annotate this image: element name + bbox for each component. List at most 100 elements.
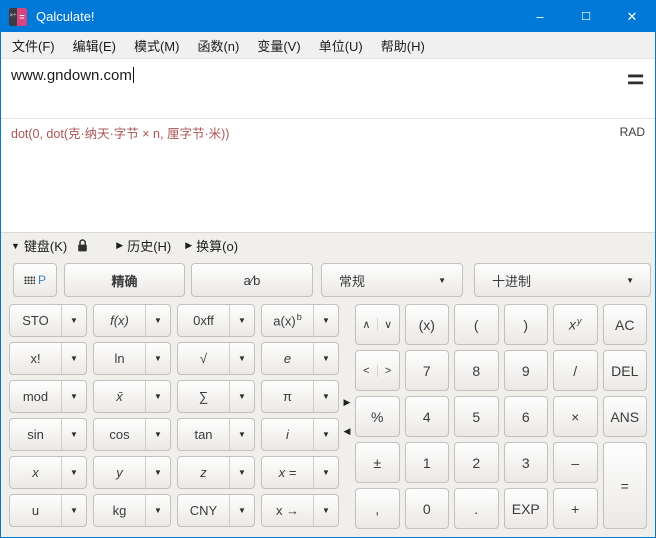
menu-edit[interactable]: 编辑(E)	[64, 32, 125, 59]
menu-file[interactable]: 文件(F)	[3, 32, 64, 59]
minimize-button[interactable]: –	[517, 1, 563, 32]
key-store-dropdown[interactable]: ▼	[61, 305, 86, 336]
key-plus[interactable]: +	[553, 488, 598, 529]
key-mean[interactable]: x̄▼	[93, 380, 171, 413]
keypad-layout-button[interactable]: P	[13, 263, 57, 297]
key-convert-to-label[interactable]: x →	[262, 495, 313, 526]
keyboard-panel-toggle[interactable]: ▼ 键盘(K)	[11, 236, 67, 255]
key-store[interactable]: STO▼	[9, 304, 87, 337]
key-unit-kg[interactable]: kg▼	[93, 494, 171, 527]
key-comma[interactable]: ,	[355, 488, 400, 529]
key-sum-dropdown[interactable]: ▼	[229, 381, 254, 412]
key-power-template-dropdown[interactable]: ▼	[313, 305, 338, 336]
exact-mode-button[interactable]: 精确	[64, 263, 185, 297]
key-var-y-dropdown[interactable]: ▼	[145, 457, 170, 488]
key-function-label[interactable]: f(x)	[94, 305, 145, 336]
key-ac[interactable]: AC	[603, 304, 648, 345]
key-ans[interactable]: ANS	[603, 396, 648, 437]
key-unit-kg-dropdown[interactable]: ▼	[145, 495, 170, 526]
key-cos-label[interactable]: cos	[94, 419, 145, 450]
key-var-y-label[interactable]: y	[94, 457, 145, 488]
key-parens-x[interactable]: (x)	[405, 304, 450, 345]
key-power[interactable]: xy	[553, 304, 598, 345]
output-format-dropdown[interactable]: 常规 ▼	[321, 263, 463, 297]
close-button[interactable]: ✕	[609, 1, 655, 32]
key-sin[interactable]: sin▼	[9, 418, 87, 451]
history-panel-toggle[interactable]: ▶ 历史(H)	[116, 236, 171, 255]
key-e-label[interactable]: e	[262, 343, 313, 374]
key-factorial[interactable]: x!▼	[9, 342, 87, 375]
collapse-left-handle[interactable]: ◀	[344, 426, 351, 437]
key-factorial-label[interactable]: x!	[10, 343, 61, 374]
key-tan-dropdown[interactable]: ▼	[229, 419, 254, 450]
key-hex-label[interactable]: 0xff	[178, 305, 229, 336]
key-imaginary[interactable]: i▼	[261, 418, 339, 451]
key-8[interactable]: 8	[454, 350, 499, 391]
key-mod[interactable]: mod▼	[9, 380, 87, 413]
key-factorial-dropdown[interactable]: ▼	[61, 343, 86, 374]
key-sum-label[interactable]: ∑	[178, 381, 229, 412]
history-area[interactable]	[1, 145, 655, 232]
key-4[interactable]: 4	[405, 396, 450, 437]
key-close-paren[interactable]: )	[504, 304, 549, 345]
key-divide[interactable]: /	[553, 350, 598, 391]
key-open-paren[interactable]: (	[454, 304, 499, 345]
key-assign-label[interactable]: x =	[262, 457, 313, 488]
key-3[interactable]: 3	[504, 442, 549, 483]
key-pi[interactable]: π▼	[261, 380, 339, 413]
key-sqrt-dropdown[interactable]: ▼	[229, 343, 254, 374]
key-ln-dropdown[interactable]: ▼	[145, 343, 170, 374]
key-function[interactable]: f(x)▼	[93, 304, 171, 337]
key-cos-dropdown[interactable]: ▼	[145, 419, 170, 450]
key-assign-dropdown[interactable]: ▼	[313, 457, 338, 488]
key-convert-to[interactable]: x →▼	[261, 494, 339, 527]
key-sin-dropdown[interactable]: ▼	[61, 419, 86, 450]
key-2[interactable]: 2	[454, 442, 499, 483]
key-right[interactable]: >	[377, 365, 399, 377]
key-cos[interactable]: cos▼	[93, 418, 171, 451]
key-var-x-dropdown[interactable]: ▼	[61, 457, 86, 488]
key-power-template-label[interactable]: a(x)b	[262, 305, 313, 336]
key-0[interactable]: 0	[405, 488, 450, 529]
key-unit-u-label[interactable]: u	[10, 495, 61, 526]
key-percent[interactable]: %	[355, 396, 400, 437]
key-down[interactable]: ∨	[377, 318, 399, 331]
key-currency-cny-label[interactable]: CNY	[178, 495, 229, 526]
menu-help[interactable]: 帮助(H)	[372, 32, 434, 59]
key-mod-label[interactable]: mod	[10, 381, 61, 412]
key-var-x[interactable]: x▼	[9, 456, 87, 489]
key-function-dropdown[interactable]: ▼	[145, 305, 170, 336]
key-var-y[interactable]: y▼	[93, 456, 171, 489]
key-var-z[interactable]: z▼	[177, 456, 255, 489]
key-var-z-dropdown[interactable]: ▼	[229, 457, 254, 488]
key-convert-to-dropdown[interactable]: ▼	[313, 495, 338, 526]
convert-panel-toggle[interactable]: ▶ 换算(o)	[185, 236, 238, 255]
key-minus[interactable]: –	[553, 442, 598, 483]
key-mean-dropdown[interactable]: ▼	[145, 381, 170, 412]
key-currency-cny[interactable]: CNY▼	[177, 494, 255, 527]
key-6[interactable]: 6	[504, 396, 549, 437]
key-hex[interactable]: 0xff▼	[177, 304, 255, 337]
key-currency-cny-dropdown[interactable]: ▼	[229, 495, 254, 526]
key-sin-label[interactable]: sin	[10, 419, 61, 450]
key-imaginary-label[interactable]: i	[262, 419, 313, 450]
key-hex-dropdown[interactable]: ▼	[229, 305, 254, 336]
key-tan[interactable]: tan▼	[177, 418, 255, 451]
key-sum[interactable]: ∑▼	[177, 380, 255, 413]
key-7[interactable]: 7	[405, 350, 450, 391]
menu-mode[interactable]: 模式(M)	[125, 32, 189, 59]
key-store-label[interactable]: STO	[10, 305, 61, 336]
key-5[interactable]: 5	[454, 396, 499, 437]
number-base-dropdown[interactable]: 十进制 ▼	[474, 263, 651, 297]
key-assign[interactable]: x =▼	[261, 456, 339, 489]
key-up-down[interactable]: ∧∨	[355, 304, 400, 345]
key-var-z-label[interactable]: z	[178, 457, 229, 488]
key-pi-dropdown[interactable]: ▼	[313, 381, 338, 412]
key-power-template[interactable]: a(x)b▼	[261, 304, 339, 337]
key-var-x-label[interactable]: x	[10, 457, 61, 488]
lock-icon[interactable]	[77, 239, 88, 252]
key-left[interactable]: <	[356, 365, 377, 377]
fraction-mode-button[interactable]: a∕b	[191, 263, 313, 297]
menu-variables[interactable]: 变量(V)	[248, 32, 309, 59]
key-left-right[interactable]: <>	[355, 350, 400, 391]
